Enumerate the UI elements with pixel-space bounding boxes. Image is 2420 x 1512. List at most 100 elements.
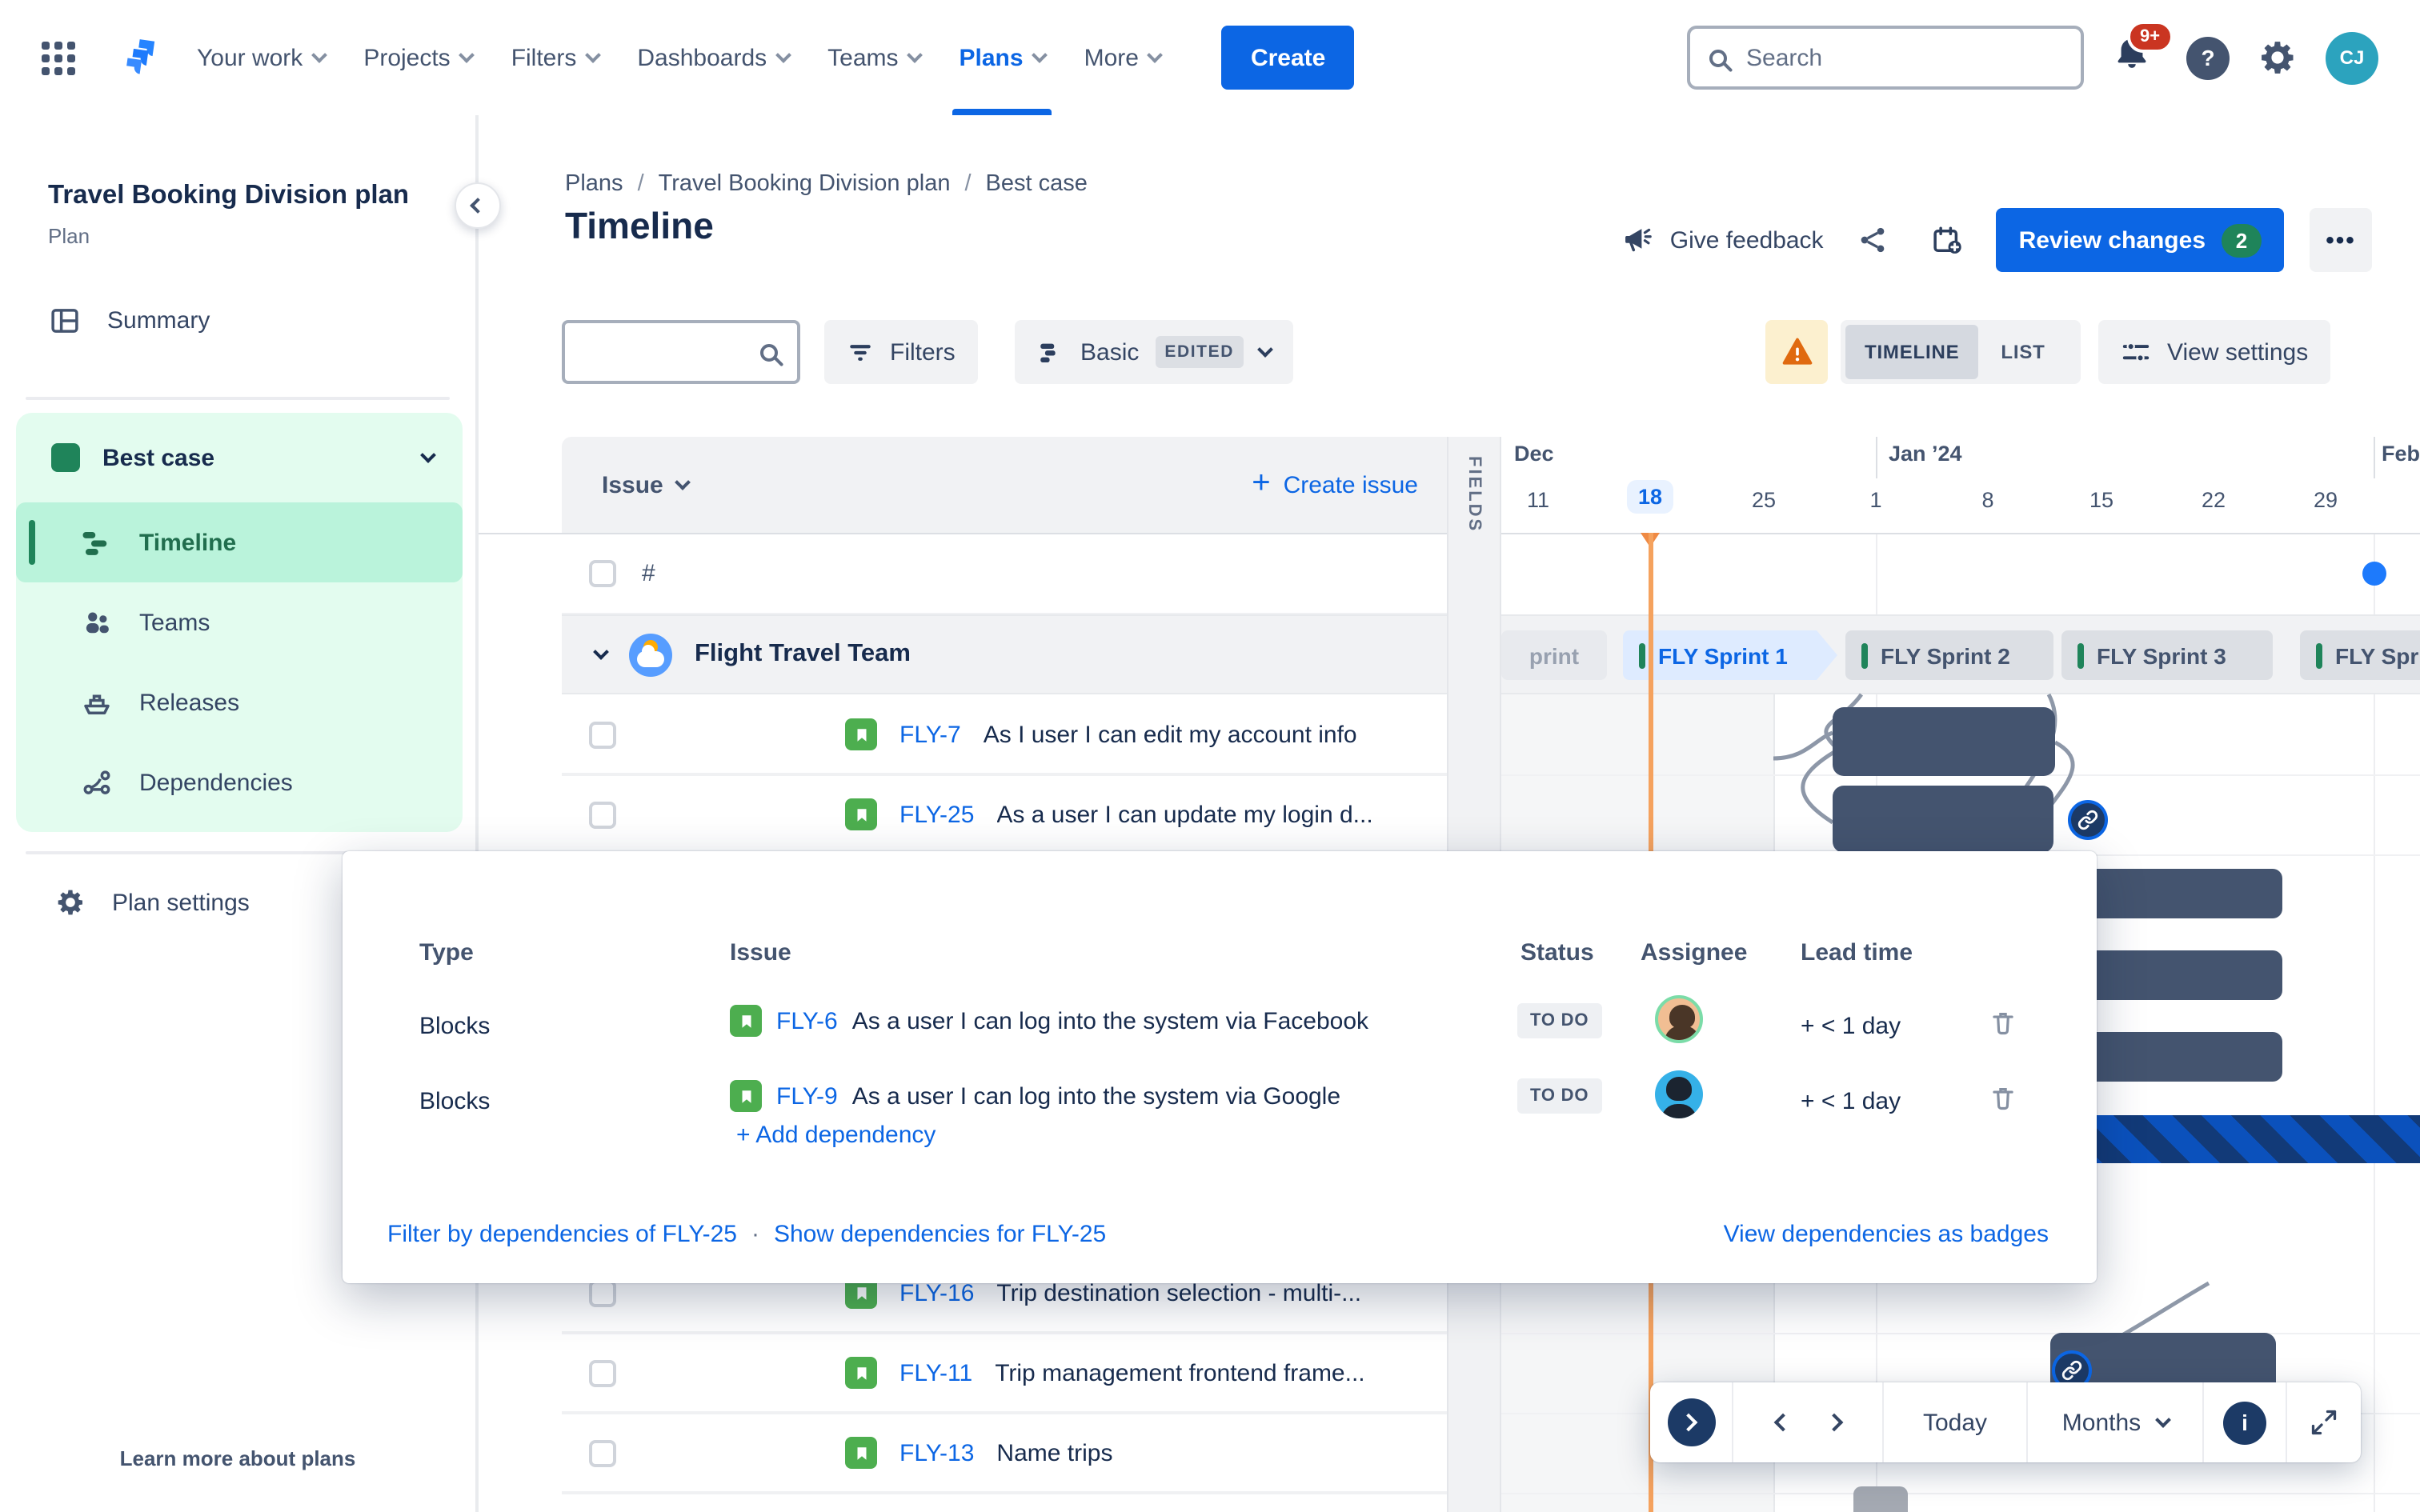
dependency-link-badge[interactable] xyxy=(2068,800,2108,840)
add-dependency-link[interactable]: + Add dependency xyxy=(736,1122,936,1149)
sprint-chip-fly-sprint-1[interactable]: FLY Sprint 1 xyxy=(1623,630,1837,680)
teams-icon xyxy=(86,611,109,633)
learn-more-link[interactable]: Learn more about plans xyxy=(0,1446,475,1470)
today-button[interactable]: Today xyxy=(1884,1382,2028,1462)
more-options-button[interactable]: ••• xyxy=(2310,208,2372,272)
delete-dependency-button[interactable] xyxy=(1988,1083,2018,1114)
issue-row-fly-7[interactable]: FLY-7 As I user I can edit my account in… xyxy=(562,696,1447,774)
share-button[interactable] xyxy=(1849,213,1897,267)
sidebar-collapse-button[interactable] xyxy=(455,182,501,229)
delete-dependency-button[interactable] xyxy=(1988,1008,2018,1038)
issue-row-fly-25[interactable]: FLY-25 As a user I can update my login d… xyxy=(562,776,1447,854)
breadcrumb-plan-name[interactable]: Travel Booking Division plan xyxy=(659,171,951,197)
nav-filters[interactable]: Filters xyxy=(511,0,602,115)
search-input[interactable] xyxy=(1743,42,2015,73)
issue-key[interactable]: FLY-9 xyxy=(776,1082,838,1110)
nav-more[interactable]: More xyxy=(1084,0,1164,115)
breadcrumb-scenario[interactable]: Best case xyxy=(986,171,1088,197)
issue-table-header: Issue + Create issue xyxy=(562,437,1447,533)
nav-your-work[interactable]: Your work xyxy=(197,0,328,115)
sidebar-item-dependencies[interactable]: Dependencies xyxy=(16,742,463,822)
row-checkbox[interactable] xyxy=(589,721,616,748)
user-avatar[interactable]: CJ xyxy=(2326,31,2378,84)
save-view-calendar-button[interactable] xyxy=(1923,213,1971,267)
give-feedback-button[interactable]: Give feedback xyxy=(1622,223,1824,257)
dependency-issue[interactable]: FLY-9 As a user I can log into the syste… xyxy=(730,1080,1340,1112)
info-button[interactable]: i xyxy=(2204,1382,2287,1462)
fullscreen-button[interactable] xyxy=(2287,1382,2361,1462)
jump-forward-button[interactable] xyxy=(1650,1382,1733,1462)
issue-row-fly-11[interactable]: FLY-11 Trip management frontend frame... xyxy=(562,1334,1447,1413)
settings-gear-button[interactable] xyxy=(2257,37,2298,78)
issue-column-header[interactable]: Issue xyxy=(602,437,691,533)
sidebar-item-teams[interactable]: Teams xyxy=(16,582,463,662)
sprint-chip-fly-sprint-3[interactable]: FLY Sprint 3 xyxy=(2061,630,2273,680)
nav-projects[interactable]: Projects xyxy=(363,0,475,115)
sprint-chip-fly-sprint-2[interactable]: FLY Sprint 2 xyxy=(1845,630,2053,680)
filters-button[interactable]: Filters xyxy=(824,320,978,384)
breadcrumb-plans[interactable]: Plans xyxy=(565,171,623,197)
numbering-row: # xyxy=(562,534,1447,614)
sprint-chip-cut[interactable]: print xyxy=(1501,630,1607,680)
row-checkbox[interactable] xyxy=(589,1439,616,1466)
sprint-chip-fly-sprint-4[interactable]: FLY Sprin xyxy=(2300,630,2420,680)
scroll-right-button[interactable] xyxy=(1824,1413,1843,1432)
jira-logo[interactable] xyxy=(114,35,158,80)
issue-search-field[interactable] xyxy=(562,320,800,384)
dependency-type: Blocks xyxy=(419,1013,491,1040)
toggle-timeline[interactable]: TIMELINE xyxy=(1845,325,1979,379)
gear-icon xyxy=(2262,42,2294,74)
status-badge[interactable]: TO DO xyxy=(1517,1078,1602,1114)
row-checkbox[interactable] xyxy=(589,1279,616,1306)
create-button[interactable]: Create xyxy=(1221,26,1355,90)
row-checkbox[interactable] xyxy=(589,801,616,828)
issue-key[interactable]: FLY-16 xyxy=(899,1279,974,1306)
toggle-list[interactable]: LIST xyxy=(1981,325,2064,379)
plan-title: Travel Booking Division plan xyxy=(48,181,410,210)
issue-summary: As I user I can edit my account info xyxy=(983,721,1357,748)
chevron-left-icon xyxy=(470,198,486,214)
app-switcher-icon[interactable] xyxy=(42,41,75,74)
team-group-row[interactable]: Flight Travel Team xyxy=(562,616,1447,693)
issue-key[interactable]: FLY-11 xyxy=(899,1359,972,1386)
help-button[interactable]: ? xyxy=(2186,36,2230,79)
filter-by-dependencies-link[interactable]: Filter by dependencies of FLY-25 xyxy=(387,1221,737,1248)
notifications-button[interactable]: 9+ xyxy=(2111,21,2174,85)
create-issue-button[interactable]: + Create issue xyxy=(1252,437,1418,533)
show-dependencies-link[interactable]: Show dependencies for FLY-25 xyxy=(774,1221,1106,1248)
zoom-level-dropdown[interactable]: Months xyxy=(2028,1382,2204,1462)
view-settings-button[interactable]: View settings xyxy=(2098,320,2331,384)
month-label-jan: Jan ’24 xyxy=(1889,442,1962,466)
dependency-issue[interactable]: FLY-6 As a user I can log into the syste… xyxy=(730,1005,1368,1037)
nav-dashboards[interactable]: Dashboards xyxy=(637,0,792,115)
issue-key[interactable]: FLY-25 xyxy=(899,801,974,828)
row-checkbox[interactable] xyxy=(589,1359,616,1386)
sidebar-divider xyxy=(26,397,450,400)
warning-button[interactable] xyxy=(1765,320,1828,384)
sidebar-item-releases[interactable]: Releases xyxy=(16,662,463,742)
team-avatar xyxy=(629,633,672,676)
breadcrumb: Plans / Travel Booking Division plan / B… xyxy=(565,171,1088,197)
issue-key[interactable]: FLY-7 xyxy=(899,721,961,748)
nav-teams[interactable]: Teams xyxy=(827,0,924,115)
scroll-left-button[interactable] xyxy=(1773,1413,1792,1432)
bar-fly-7[interactable] xyxy=(1833,707,2055,776)
review-changes-button[interactable]: Review changes 2 xyxy=(1996,208,2284,272)
popup-column-issue: Issue xyxy=(730,939,791,966)
sidebar-item-timeline[interactable]: Timeline xyxy=(16,502,463,582)
nav-plans[interactable]: Plans xyxy=(952,0,1052,115)
global-search[interactable] xyxy=(1687,26,2084,90)
issue-key[interactable]: FLY-13 xyxy=(899,1439,974,1466)
issue-row-fly-13[interactable]: FLY-13 Name trips xyxy=(562,1414,1447,1493)
view-dependencies-as-badges-link[interactable]: View dependencies as badges xyxy=(1724,1221,2049,1248)
status-badge[interactable]: TO DO xyxy=(1517,1003,1602,1038)
issue-key[interactable]: FLY-6 xyxy=(776,1007,838,1034)
assignee-avatar[interactable] xyxy=(1655,1070,1703,1118)
milestone-dot[interactable] xyxy=(2362,562,2386,586)
bar-fly-13[interactable] xyxy=(1853,1486,1908,1512)
scenario-best-case[interactable]: Best case xyxy=(16,413,463,502)
row-checkbox[interactable] xyxy=(589,560,616,587)
assignee-avatar[interactable] xyxy=(1655,995,1703,1043)
view-basic-dropdown[interactable]: Basic EDITED xyxy=(1015,320,1293,384)
bar-fly-25[interactable] xyxy=(1833,786,2053,853)
